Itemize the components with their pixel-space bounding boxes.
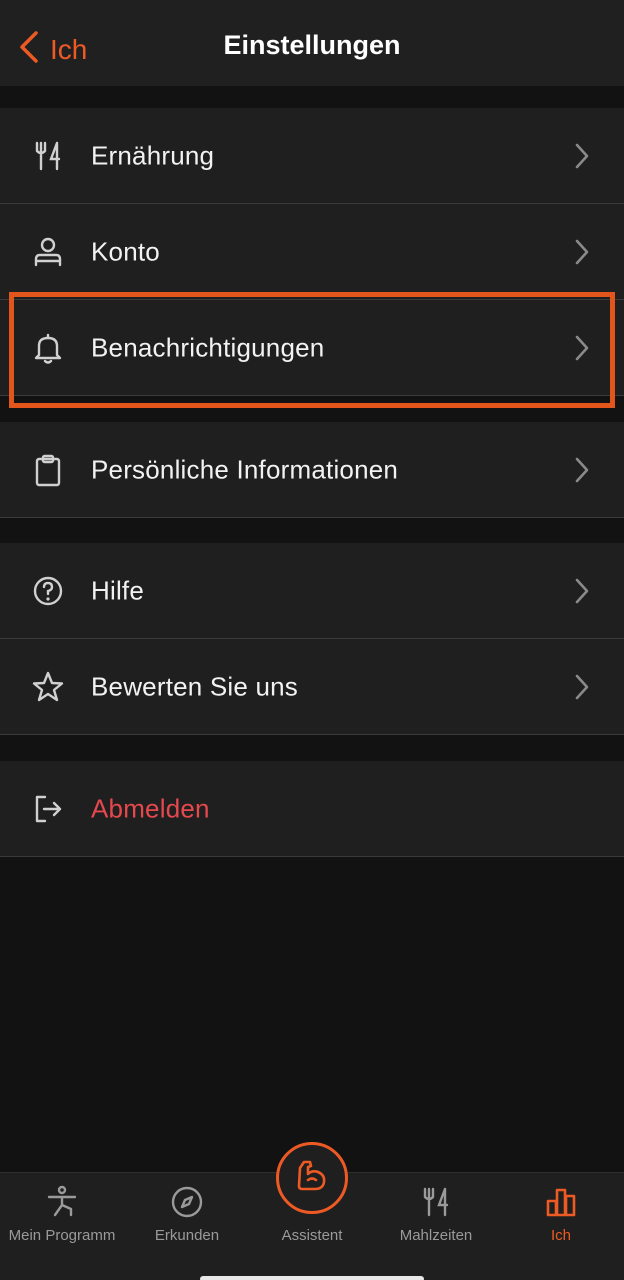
exercise-figure-icon bbox=[45, 1185, 79, 1219]
chevron-right-icon bbox=[574, 238, 590, 266]
bar-chart-icon bbox=[544, 1185, 578, 1219]
settings-item-persoenliche-informationen[interactable]: Persönliche Informationen bbox=[0, 422, 624, 518]
tab-ich[interactable]: Ich bbox=[499, 1173, 623, 1280]
bell-icon bbox=[30, 330, 66, 366]
fork-knife-icon bbox=[419, 1185, 453, 1219]
tab-assistent-label: Assistent bbox=[281, 1227, 343, 1244]
settings-item-ernaehrung[interactable]: Ernährung bbox=[0, 108, 624, 204]
logout-button[interactable]: Abmelden bbox=[0, 761, 624, 857]
settings-item-label: Hilfe bbox=[91, 575, 145, 605]
settings-item-benachrichtigungen[interactable]: Benachrichtigungen bbox=[0, 300, 624, 396]
navigation-bar: Ich Einstellungen bbox=[0, 0, 624, 86]
star-icon bbox=[30, 669, 66, 705]
tab-label: Erkunden bbox=[154, 1227, 220, 1244]
settings-item-label: Konto bbox=[91, 236, 160, 266]
settings-group-4: Abmelden bbox=[0, 761, 624, 857]
tab-erkunden[interactable]: Erkunden bbox=[125, 1173, 249, 1280]
settings-group-3: Hilfe Bewerten Sie uns bbox=[0, 543, 624, 735]
chevron-right-icon bbox=[574, 142, 590, 170]
settings-group-2: Persönliche Informationen bbox=[0, 422, 624, 518]
tab-label: Ich bbox=[550, 1227, 571, 1244]
compass-icon bbox=[170, 1185, 204, 1219]
chevron-right-icon bbox=[574, 456, 590, 484]
tab-label: Mein Programm bbox=[8, 1227, 116, 1244]
chevron-right-icon bbox=[574, 673, 590, 701]
settings-item-label: Benachrichtigungen bbox=[91, 332, 325, 362]
logout-label: Abmelden bbox=[91, 793, 210, 823]
tab-label: Mahlzeiten bbox=[399, 1227, 473, 1244]
clipboard-icon bbox=[30, 452, 66, 488]
settings-item-hilfe[interactable]: Hilfe bbox=[0, 543, 624, 639]
tab-mein-programm[interactable]: Mein Programm bbox=[0, 1173, 124, 1280]
settings-item-label: Bewerten Sie uns bbox=[91, 671, 298, 701]
tab-mahlzeiten[interactable]: Mahlzeiten bbox=[374, 1173, 498, 1280]
help-circle-icon bbox=[30, 573, 66, 609]
chevron-right-icon bbox=[574, 577, 590, 605]
fork-knife-icon bbox=[30, 138, 66, 174]
chevron-right-icon bbox=[574, 334, 590, 362]
tab-assistent[interactable] bbox=[276, 1142, 348, 1214]
settings-item-label: Ernährung bbox=[91, 140, 215, 170]
flexed-arm-icon bbox=[294, 1158, 330, 1199]
page-title: Einstellungen bbox=[223, 30, 401, 60]
settings-item-konto[interactable]: Konto bbox=[0, 204, 624, 300]
home-indicator bbox=[200, 1276, 424, 1280]
settings-item-bewerten[interactable]: Bewerten Sie uns bbox=[0, 639, 624, 735]
logout-icon bbox=[30, 791, 66, 827]
person-icon bbox=[30, 234, 66, 270]
settings-group-1: Ernährung Konto Benachrichtigungen bbox=[0, 108, 624, 396]
settings-item-label: Persönliche Informationen bbox=[91, 454, 399, 484]
